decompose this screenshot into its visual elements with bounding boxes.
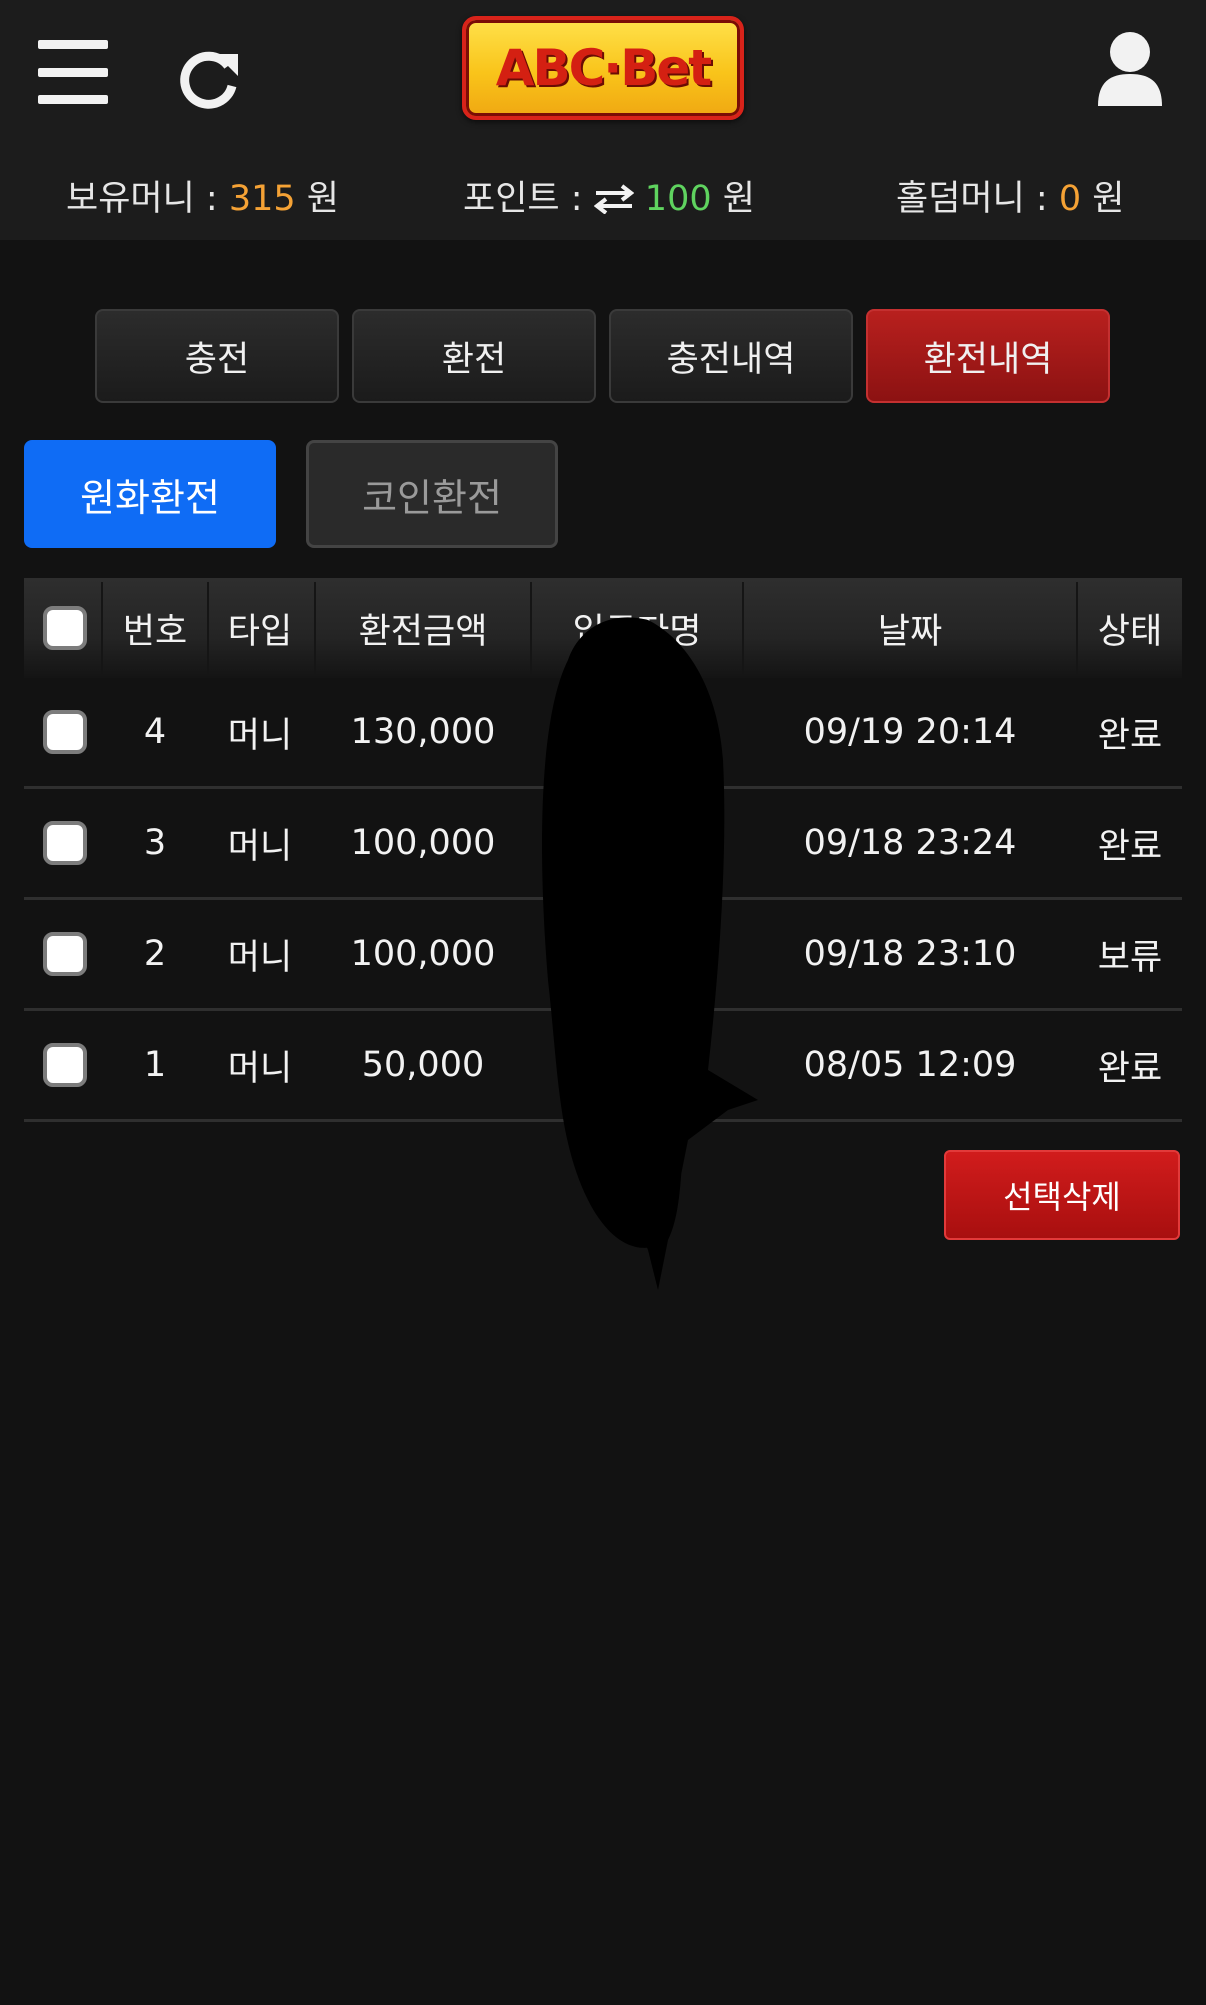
logo-text: ABC·Bet (495, 39, 712, 97)
user-profile-icon[interactable] (1096, 30, 1164, 108)
row-number: 1 (143, 1045, 167, 1085)
row-number: 3 (143, 823, 167, 863)
row-amount: 50,000 (361, 1045, 485, 1085)
holding-balance: 홀덤머니 : 0 원 (896, 170, 1124, 221)
refresh-icon[interactable] (178, 46, 242, 110)
row-depositor (532, 678, 742, 786)
money-value: 315 (228, 179, 296, 219)
money-balance: 보유머니 : 315 원 (66, 170, 339, 221)
money-unit: 원 (306, 179, 339, 219)
table-row: 4 머니 130,000 09/19 20:14 완료 (24, 678, 1182, 789)
table-row: 2 머니 100,000 09/18 23:10 보류 (24, 900, 1182, 1011)
header-status: 상태 (1097, 611, 1163, 652)
money-label: 보유머니 : (66, 179, 229, 219)
points-balance: 포인트 : 100 원 (463, 170, 755, 223)
row-status: 보류 (1097, 937, 1163, 978)
holding-value: 0 (1058, 179, 1082, 219)
table-row: 3 머니 100,000 09/18 23:24 완료 (24, 789, 1182, 900)
row-checkbox[interactable] (43, 932, 87, 976)
row-depositor (532, 900, 742, 1008)
row-checkbox[interactable] (43, 821, 87, 865)
row-type: 머니 (227, 937, 293, 978)
points-value: 100 (644, 179, 712, 219)
tab-deposit-history[interactable]: 충전내역 (609, 309, 853, 403)
points-unit: 원 (722, 179, 755, 219)
row-type: 머니 (227, 1048, 293, 1089)
tab-withdraw-history[interactable]: 환전내역 (866, 309, 1110, 403)
row-checkbox[interactable] (43, 1043, 87, 1087)
row-depositor (532, 789, 742, 897)
tab-deposit[interactable]: 충전 (95, 309, 339, 403)
subtab-coin-withdraw[interactable]: 코인환전 (306, 440, 558, 548)
row-depositor (532, 1011, 742, 1119)
row-amount: 100,000 (350, 823, 496, 863)
row-status: 완료 (1097, 715, 1163, 756)
site-logo[interactable]: ABC·Bet (462, 16, 744, 120)
tab-withdraw[interactable]: 환전 (352, 309, 596, 403)
row-amount: 130,000 (350, 712, 496, 752)
table-header: 번호 타입 환전금액 입금자명 날짜 상태 (24, 578, 1182, 678)
row-date: 08/05 12:09 (803, 1045, 1017, 1085)
header-depositor: 입금자명 (572, 611, 702, 652)
holding-label: 홀덤머니 : (896, 179, 1059, 219)
row-number: 4 (143, 712, 167, 752)
row-date: 09/19 20:14 (803, 712, 1017, 752)
points-label: 포인트 : (463, 179, 594, 219)
withdraw-history-table: 번호 타입 환전금액 입금자명 날짜 상태 4 머니 130,000 09/19… (24, 578, 1182, 1122)
row-type: 머니 (227, 826, 293, 867)
subtab-krw-withdraw[interactable]: 원화환전 (24, 440, 276, 548)
row-date: 09/18 23:10 (803, 934, 1017, 974)
delete-selected-button[interactable]: 선택삭제 (944, 1150, 1180, 1240)
row-amount: 100,000 (350, 934, 496, 974)
select-all-checkbox[interactable] (43, 606, 87, 650)
header-type: 타입 (227, 611, 293, 652)
row-checkbox[interactable] (43, 710, 87, 754)
row-status: 완료 (1097, 1048, 1163, 1089)
top-bar: ABC·Bet 보유머니 : 315 원 포인트 : 100 원 홀덤머니 : … (0, 0, 1206, 240)
row-type: 머니 (227, 715, 293, 756)
header-number: 번호 (122, 611, 188, 652)
header-amount: 환전금액 (358, 611, 488, 652)
swap-arrows-icon[interactable] (593, 183, 634, 223)
row-status: 완료 (1097, 826, 1163, 867)
row-number: 2 (143, 934, 167, 974)
hamburger-menu-icon[interactable] (38, 40, 108, 104)
holding-unit: 원 (1092, 179, 1125, 219)
row-date: 09/18 23:24 (803, 823, 1017, 863)
table-row: 1 머니 50,000 08/05 12:09 완료 (24, 1011, 1182, 1122)
header-date: 날짜 (877, 611, 943, 652)
